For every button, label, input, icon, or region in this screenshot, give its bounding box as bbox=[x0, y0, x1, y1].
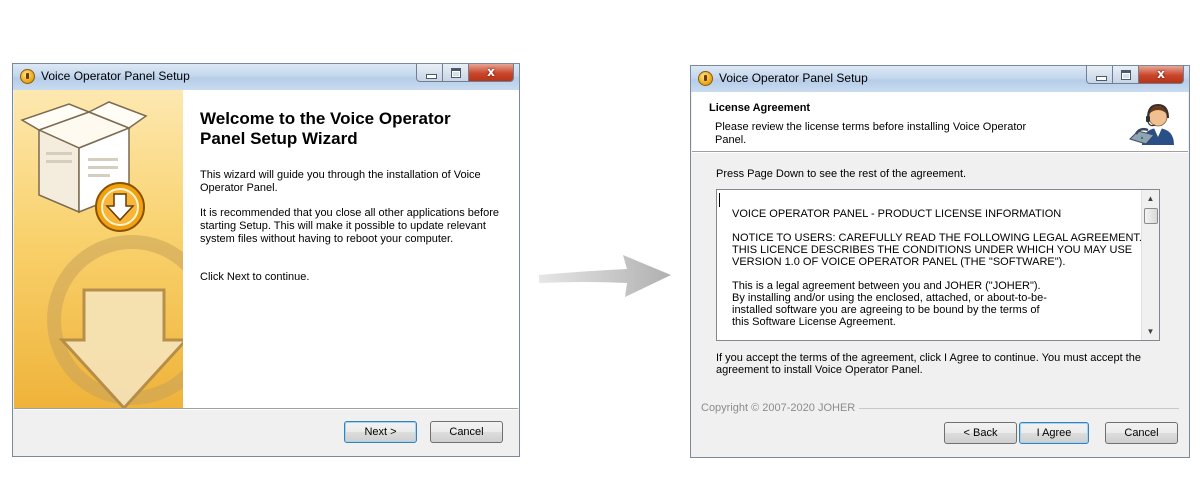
license-line: installed software you are agreeing to b… bbox=[732, 304, 1040, 316]
license-title: License Agreement bbox=[709, 102, 811, 114]
close-icon: x bbox=[487, 65, 495, 79]
scroll-down-icon[interactable]: ▼ bbox=[1142, 323, 1159, 340]
header-separator bbox=[692, 151, 1188, 153]
scroll-up-icon[interactable]: ▲ bbox=[1142, 190, 1159, 207]
accept-instruction: If you accept the terms of the agreement… bbox=[716, 352, 1141, 376]
copyright-label: Copyright © 2007-2020 JOHER bbox=[701, 402, 860, 414]
license-scrollbar[interactable]: ▲ ▼ bbox=[1141, 190, 1159, 340]
cancel-button[interactable]: Cancel bbox=[1105, 422, 1178, 444]
close-button[interactable]: x bbox=[1139, 66, 1184, 84]
cancel-button[interactable]: Cancel bbox=[430, 421, 503, 443]
title-bar[interactable]: Voice Operator Panel Setup x bbox=[691, 66, 1189, 92]
minimize-button[interactable] bbox=[1086, 66, 1113, 84]
maximize-button[interactable] bbox=[1113, 66, 1139, 84]
recommendation-paragraph: It is recommended that you close all oth… bbox=[200, 207, 499, 245]
license-text-area[interactable]: VOICE OPERATOR PANEL - PRODUCT LICENSE I… bbox=[716, 189, 1160, 341]
close-button[interactable]: x bbox=[469, 64, 514, 82]
title-bar[interactable]: Voice Operator Panel Setup x bbox=[13, 64, 519, 90]
i-agree-button[interactable]: I Agree bbox=[1019, 422, 1089, 444]
license-window: Voice Operator Panel Setup x License Agr… bbox=[690, 65, 1190, 458]
installer-box-icon bbox=[20, 101, 183, 408]
back-button[interactable]: < Back bbox=[944, 422, 1017, 444]
button-separator bbox=[14, 408, 518, 410]
operator-headset-icon bbox=[1129, 103, 1174, 145]
arrow-right-icon bbox=[539, 255, 671, 297]
license-line bbox=[732, 268, 1142, 280]
license-line: By installing and/or using the enclosed,… bbox=[732, 292, 1047, 304]
wizard-sidebar-image bbox=[14, 90, 183, 408]
license-line: NOTICE TO USERS: CAREFULLY READ THE FOLL… bbox=[732, 232, 1142, 244]
next-button[interactable]: Next > bbox=[344, 421, 417, 443]
license-header: License Agreement Please review the lice… bbox=[692, 92, 1188, 151]
close-icon: x bbox=[1157, 67, 1165, 81]
license-line: This is a legal agreement between you an… bbox=[732, 280, 1041, 292]
license-line: THIS LICENCE DESCRIBES THE CONDITIONS UN… bbox=[732, 244, 1133, 256]
window-controls: x bbox=[416, 64, 514, 83]
license-line: VOICE OPERATOR PANEL - PRODUCT LICENSE I… bbox=[732, 208, 1062, 220]
scroll-thumb[interactable] bbox=[1144, 208, 1158, 224]
text-caret bbox=[719, 193, 720, 207]
app-icon bbox=[698, 71, 713, 86]
license-subtitle: Please review the license terms before i… bbox=[715, 121, 1027, 146]
window-title: Voice Operator Panel Setup bbox=[719, 71, 868, 85]
intro-paragraph: This wizard will guide you through the i… bbox=[200, 169, 481, 194]
app-icon bbox=[20, 69, 35, 84]
welcome-window: Voice Operator Panel Setup x Welcome to … bbox=[12, 63, 520, 457]
window-controls: x bbox=[1086, 66, 1184, 85]
continue-paragraph: Click Next to continue. bbox=[200, 271, 310, 283]
license-text: VOICE OPERATOR PANEL - PRODUCT LICENSE I… bbox=[732, 208, 1142, 328]
maximize-button[interactable] bbox=[443, 64, 469, 82]
license-line: this Software License Agreement. bbox=[732, 316, 896, 328]
license-line: VERSION 1.0 OF VOICE OPERATOR PANEL (THE… bbox=[732, 256, 1066, 268]
page-down-instruction: Press Page Down to see the rest of the a… bbox=[716, 168, 967, 180]
welcome-content: Welcome to the Voice Operator Panel Setu… bbox=[183, 90, 519, 408]
window-title: Voice Operator Panel Setup bbox=[41, 69, 190, 83]
minimize-button[interactable] bbox=[416, 64, 443, 82]
welcome-heading: Welcome to the Voice Operator Panel Setu… bbox=[200, 109, 451, 148]
license-line bbox=[732, 220, 1142, 232]
